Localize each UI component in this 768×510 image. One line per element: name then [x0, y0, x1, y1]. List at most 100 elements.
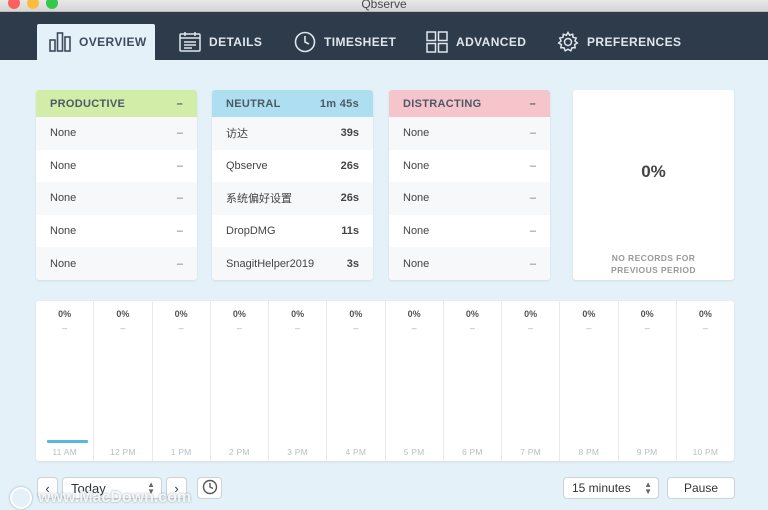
timeline-percent: 0% — [232, 309, 246, 319]
tab-details-label: DETAILS — [209, 35, 263, 49]
list-item[interactable]: Qbserve 26s — [212, 150, 373, 183]
app-name: None — [403, 225, 430, 238]
app-time: – — [176, 257, 183, 270]
tab-overview[interactable]: OVERVIEW — [37, 24, 155, 60]
history-button[interactable] — [197, 477, 222, 499]
timeline-column[interactable]: 0% – 4 PM — [327, 301, 386, 461]
distracting-header[interactable]: DISTRACTING – — [389, 90, 550, 117]
tab-timesheet[interactable]: TIMESHEET — [282, 24, 408, 60]
day-select[interactable]: Today ▲ ▼ — [62, 477, 162, 499]
app-time: 26s — [340, 192, 359, 205]
list-item[interactable]: 系统偏好设置 26s — [212, 182, 373, 215]
timeline-hour-label: 5 PM — [403, 447, 425, 457]
list-item[interactable]: DropDMG 11s — [212, 215, 373, 248]
chevron-left-icon: ‹ — [45, 480, 50, 496]
app-name: None — [403, 192, 430, 205]
timeline-column[interactable]: 0% – 9 PM — [619, 301, 677, 461]
timeline-hour-label: 9 PM — [636, 447, 658, 457]
timeline-sub: – — [586, 323, 592, 333]
list-item[interactable]: None – — [36, 117, 197, 150]
productive-header[interactable]: PRODUCTIVE – — [36, 90, 197, 117]
timeline-sub: – — [528, 323, 534, 333]
timeline-column[interactable]: 0% – 3 PM — [269, 301, 328, 461]
timeline-column[interactable]: 0% – 6 PM — [444, 301, 502, 461]
app-name: SnagitHelper2019 — [226, 257, 315, 270]
timeline-sub: – — [469, 323, 475, 333]
list-item[interactable]: None – — [36, 215, 197, 248]
app-time: – — [529, 257, 536, 270]
timeline-column[interactable]: 0% – 10 PM — [677, 301, 734, 461]
interval-select[interactable]: 15 minutes ▲ ▼ — [563, 477, 659, 499]
timeline-sub: – — [295, 323, 301, 333]
timeline-percent: 0% — [407, 309, 421, 319]
list-item[interactable]: None – — [389, 117, 550, 150]
timeline-sub: – — [702, 323, 708, 333]
app-name: 访达 — [226, 128, 248, 141]
timeline-column[interactable]: 0% – 2 PM — [211, 301, 269, 461]
app-name: DropDMG — [226, 225, 276, 238]
window-title: Qbserve — [361, 0, 407, 11]
app-time: 26s — [340, 159, 359, 172]
distracting-card: DISTRACTING – None – None – None – None – No… — [389, 90, 550, 280]
productivity-summary-card: 0% NO RECORDS FOR PREVIOUS PERIOD — [573, 90, 734, 280]
app-time: – — [529, 159, 536, 172]
list-item[interactable]: None – — [36, 247, 197, 280]
productive-total: – — [176, 97, 183, 110]
timeline-column[interactable]: 0% – 7 PM — [502, 301, 561, 461]
list-item[interactable]: None – — [389, 247, 550, 280]
app-name: None — [50, 127, 77, 140]
app-time: 11s — [341, 225, 359, 238]
updown-chevron-icon: ▲ ▼ — [644, 480, 652, 496]
app-time: – — [529, 192, 536, 205]
neutral-total: 1m 45s — [319, 97, 359, 110]
tab-preferences-label: PREFERENCES — [587, 35, 682, 49]
tab-details[interactable]: DETAILS — [167, 24, 274, 60]
chevron-right-icon: › — [174, 480, 179, 496]
app-time: 3s — [346, 257, 359, 270]
neutral-header[interactable]: NEUTRAL 1m 45s — [212, 90, 373, 117]
tab-advanced-label: ADVANCED — [456, 35, 527, 49]
app-time: – — [176, 127, 183, 140]
timeline-hour-label: 3 PM — [287, 447, 308, 457]
timeline-hour-label: 12 PM — [110, 447, 136, 457]
timeline-hour-label: 8 PM — [578, 447, 600, 457]
app-time: 39s — [340, 127, 359, 140]
grid-icon — [426, 31, 448, 53]
timeline-sub: – — [353, 323, 359, 333]
pause-button[interactable]: Pause — [667, 477, 735, 499]
list-item[interactable]: None – — [389, 150, 550, 183]
list-item[interactable]: None – — [36, 182, 197, 215]
day-select-value: Today — [71, 480, 106, 496]
timeline-column[interactable]: 0% – 12 PM — [94, 301, 153, 461]
list-item[interactable]: None – — [36, 150, 197, 183]
app-time: – — [529, 127, 536, 140]
tab-advanced[interactable]: ADVANCED — [414, 24, 538, 60]
timeline-sub: – — [62, 323, 68, 333]
next-day-button[interactable]: › — [166, 477, 187, 499]
previous-day-button[interactable]: ‹ — [37, 477, 58, 499]
list-item[interactable]: None – — [389, 182, 550, 215]
timeline-percent: 0% — [58, 309, 72, 319]
list-item[interactable]: None – — [389, 215, 550, 248]
timeline-percent: 0% — [582, 309, 596, 319]
updown-chevron-icon: ▲ ▼ — [147, 480, 155, 496]
timeline-column[interactable]: 0% – 1 PM — [153, 301, 211, 461]
distracting-total: – — [529, 97, 536, 110]
timeline-sub: – — [236, 323, 242, 333]
list-item[interactable]: SnagitHelper2019 3s — [212, 247, 373, 280]
tab-preferences[interactable]: PREFERENCES — [545, 24, 693, 60]
app-name: None — [50, 159, 77, 172]
timeline-column[interactable]: 0% – 8 PM — [560, 301, 619, 461]
timeline-column[interactable]: 0% – 5 PM — [386, 301, 444, 461]
previous-period-note: NO RECORDS FOR PREVIOUS PERIOD — [611, 253, 696, 275]
timeline-percent: 0% — [174, 309, 188, 319]
bar-chart-icon — [49, 32, 71, 52]
timeline-column[interactable]: 0% – 11 AM — [36, 301, 95, 461]
hourly-timeline: 0% – 11 AM 0% – 12 PM 0% – 1 PM 0% – 2 PM 0% – 3 PM 0% –… — [36, 301, 734, 461]
app-name: None — [403, 159, 430, 172]
app-time: – — [176, 159, 183, 172]
app-name: None — [50, 257, 77, 270]
activity-bar — [47, 440, 88, 443]
timeline-hour-label: 10 PM — [692, 447, 719, 457]
list-item[interactable]: 访达 39s — [212, 117, 373, 150]
